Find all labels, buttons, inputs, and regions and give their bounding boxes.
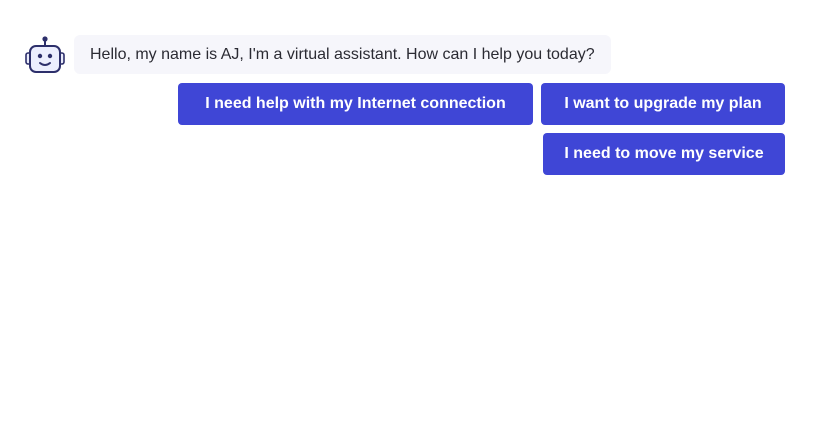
quick-reply-move-service-button[interactable]: I need to move my service xyxy=(543,133,785,175)
assistant-message: Hello, my name is AJ, I'm a virtual assi… xyxy=(74,35,611,74)
quick-reply-upgrade-plan-button[interactable]: I want to upgrade my plan xyxy=(541,83,785,125)
assistant-message-text: Hello, my name is AJ, I'm a virtual assi… xyxy=(90,45,595,63)
assistant-avatar xyxy=(24,35,66,75)
quick-reply-internet-help-button[interactable]: I need help with my Internet connection xyxy=(178,83,533,125)
robot-icon xyxy=(25,36,65,73)
